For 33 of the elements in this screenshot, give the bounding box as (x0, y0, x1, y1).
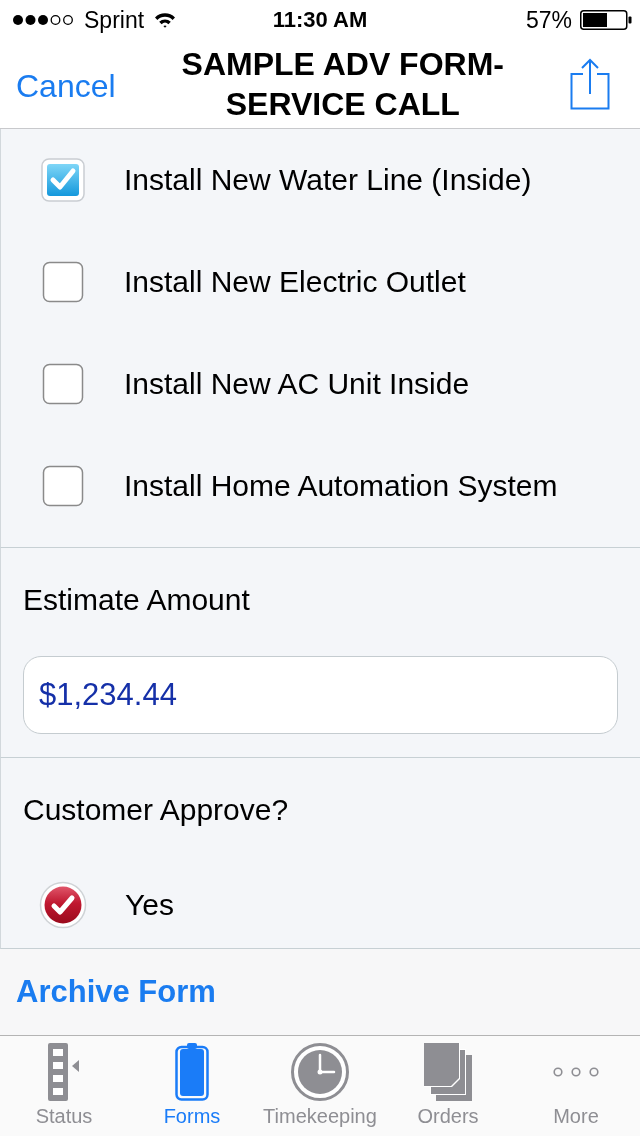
tab-item[interactable]: Timekeeping (256, 1036, 384, 1136)
more-icon (553, 1067, 599, 1077)
battery-icon (580, 10, 632, 30)
tab-item[interactable]: Forms (128, 1036, 256, 1136)
checkbox[interactable] (40, 259, 86, 305)
amount-field[interactable]: $1,234.44 (23, 656, 618, 734)
archive-form-button[interactable]: Archive Form (16, 974, 216, 1010)
field-label: Estimate Amount (23, 582, 250, 618)
film-strip-icon (48, 1043, 80, 1101)
clock-time: 11:30 AM (272, 7, 368, 33)
option-label: Install Home Automation System (124, 469, 558, 503)
battery-percent: 57% (525, 6, 572, 34)
option-label: Install New Electric Outlet (124, 265, 466, 299)
form-title: SAMPLE ADV FORM-SERVICE CALL (180, 45, 505, 124)
option-label: Yes (125, 888, 174, 922)
clock-icon (291, 1043, 349, 1101)
clipboard-icon (175, 1043, 209, 1101)
tab-item[interactable]: Orders (384, 1036, 512, 1136)
option-label: Install New Water Line (Inside) (124, 163, 532, 197)
checkbox[interactable] (40, 361, 86, 407)
tab-item[interactable]: More (512, 1036, 640, 1136)
share-icon[interactable] (570, 58, 610, 110)
radio-button[interactable] (39, 881, 87, 929)
wifi-icon (154, 12, 177, 28)
checkbox[interactable] (40, 463, 86, 509)
question-label: Customer Approve? (23, 792, 289, 828)
carrier-name: Sprint (84, 6, 145, 34)
signal-icon (12, 14, 74, 26)
checkbox[interactable] (40, 157, 86, 203)
option-label: Install New AC Unit Inside (124, 367, 470, 401)
tab-item[interactable]: Status (0, 1036, 128, 1136)
documents-icon (424, 1043, 472, 1101)
cancel-button[interactable]: Cancel (16, 67, 116, 105)
